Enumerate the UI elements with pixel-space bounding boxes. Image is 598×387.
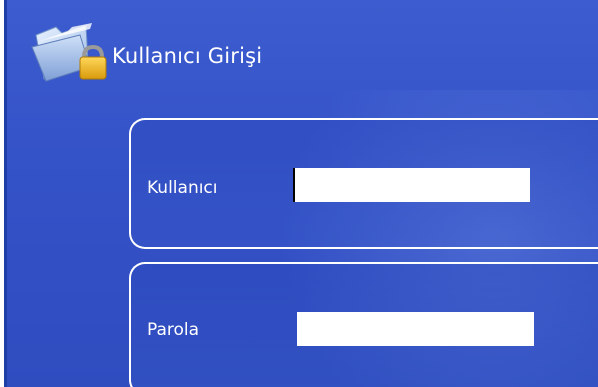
password-label: Parola xyxy=(147,320,200,340)
username-input[interactable] xyxy=(293,168,530,202)
window-left-edge xyxy=(0,0,7,387)
password-input[interactable] xyxy=(297,312,534,346)
folder-lock-icon xyxy=(26,17,108,89)
page-title: Kullanıcı Girişi xyxy=(112,44,263,68)
username-label: Kullanıcı xyxy=(147,178,218,198)
login-header xyxy=(26,8,108,98)
